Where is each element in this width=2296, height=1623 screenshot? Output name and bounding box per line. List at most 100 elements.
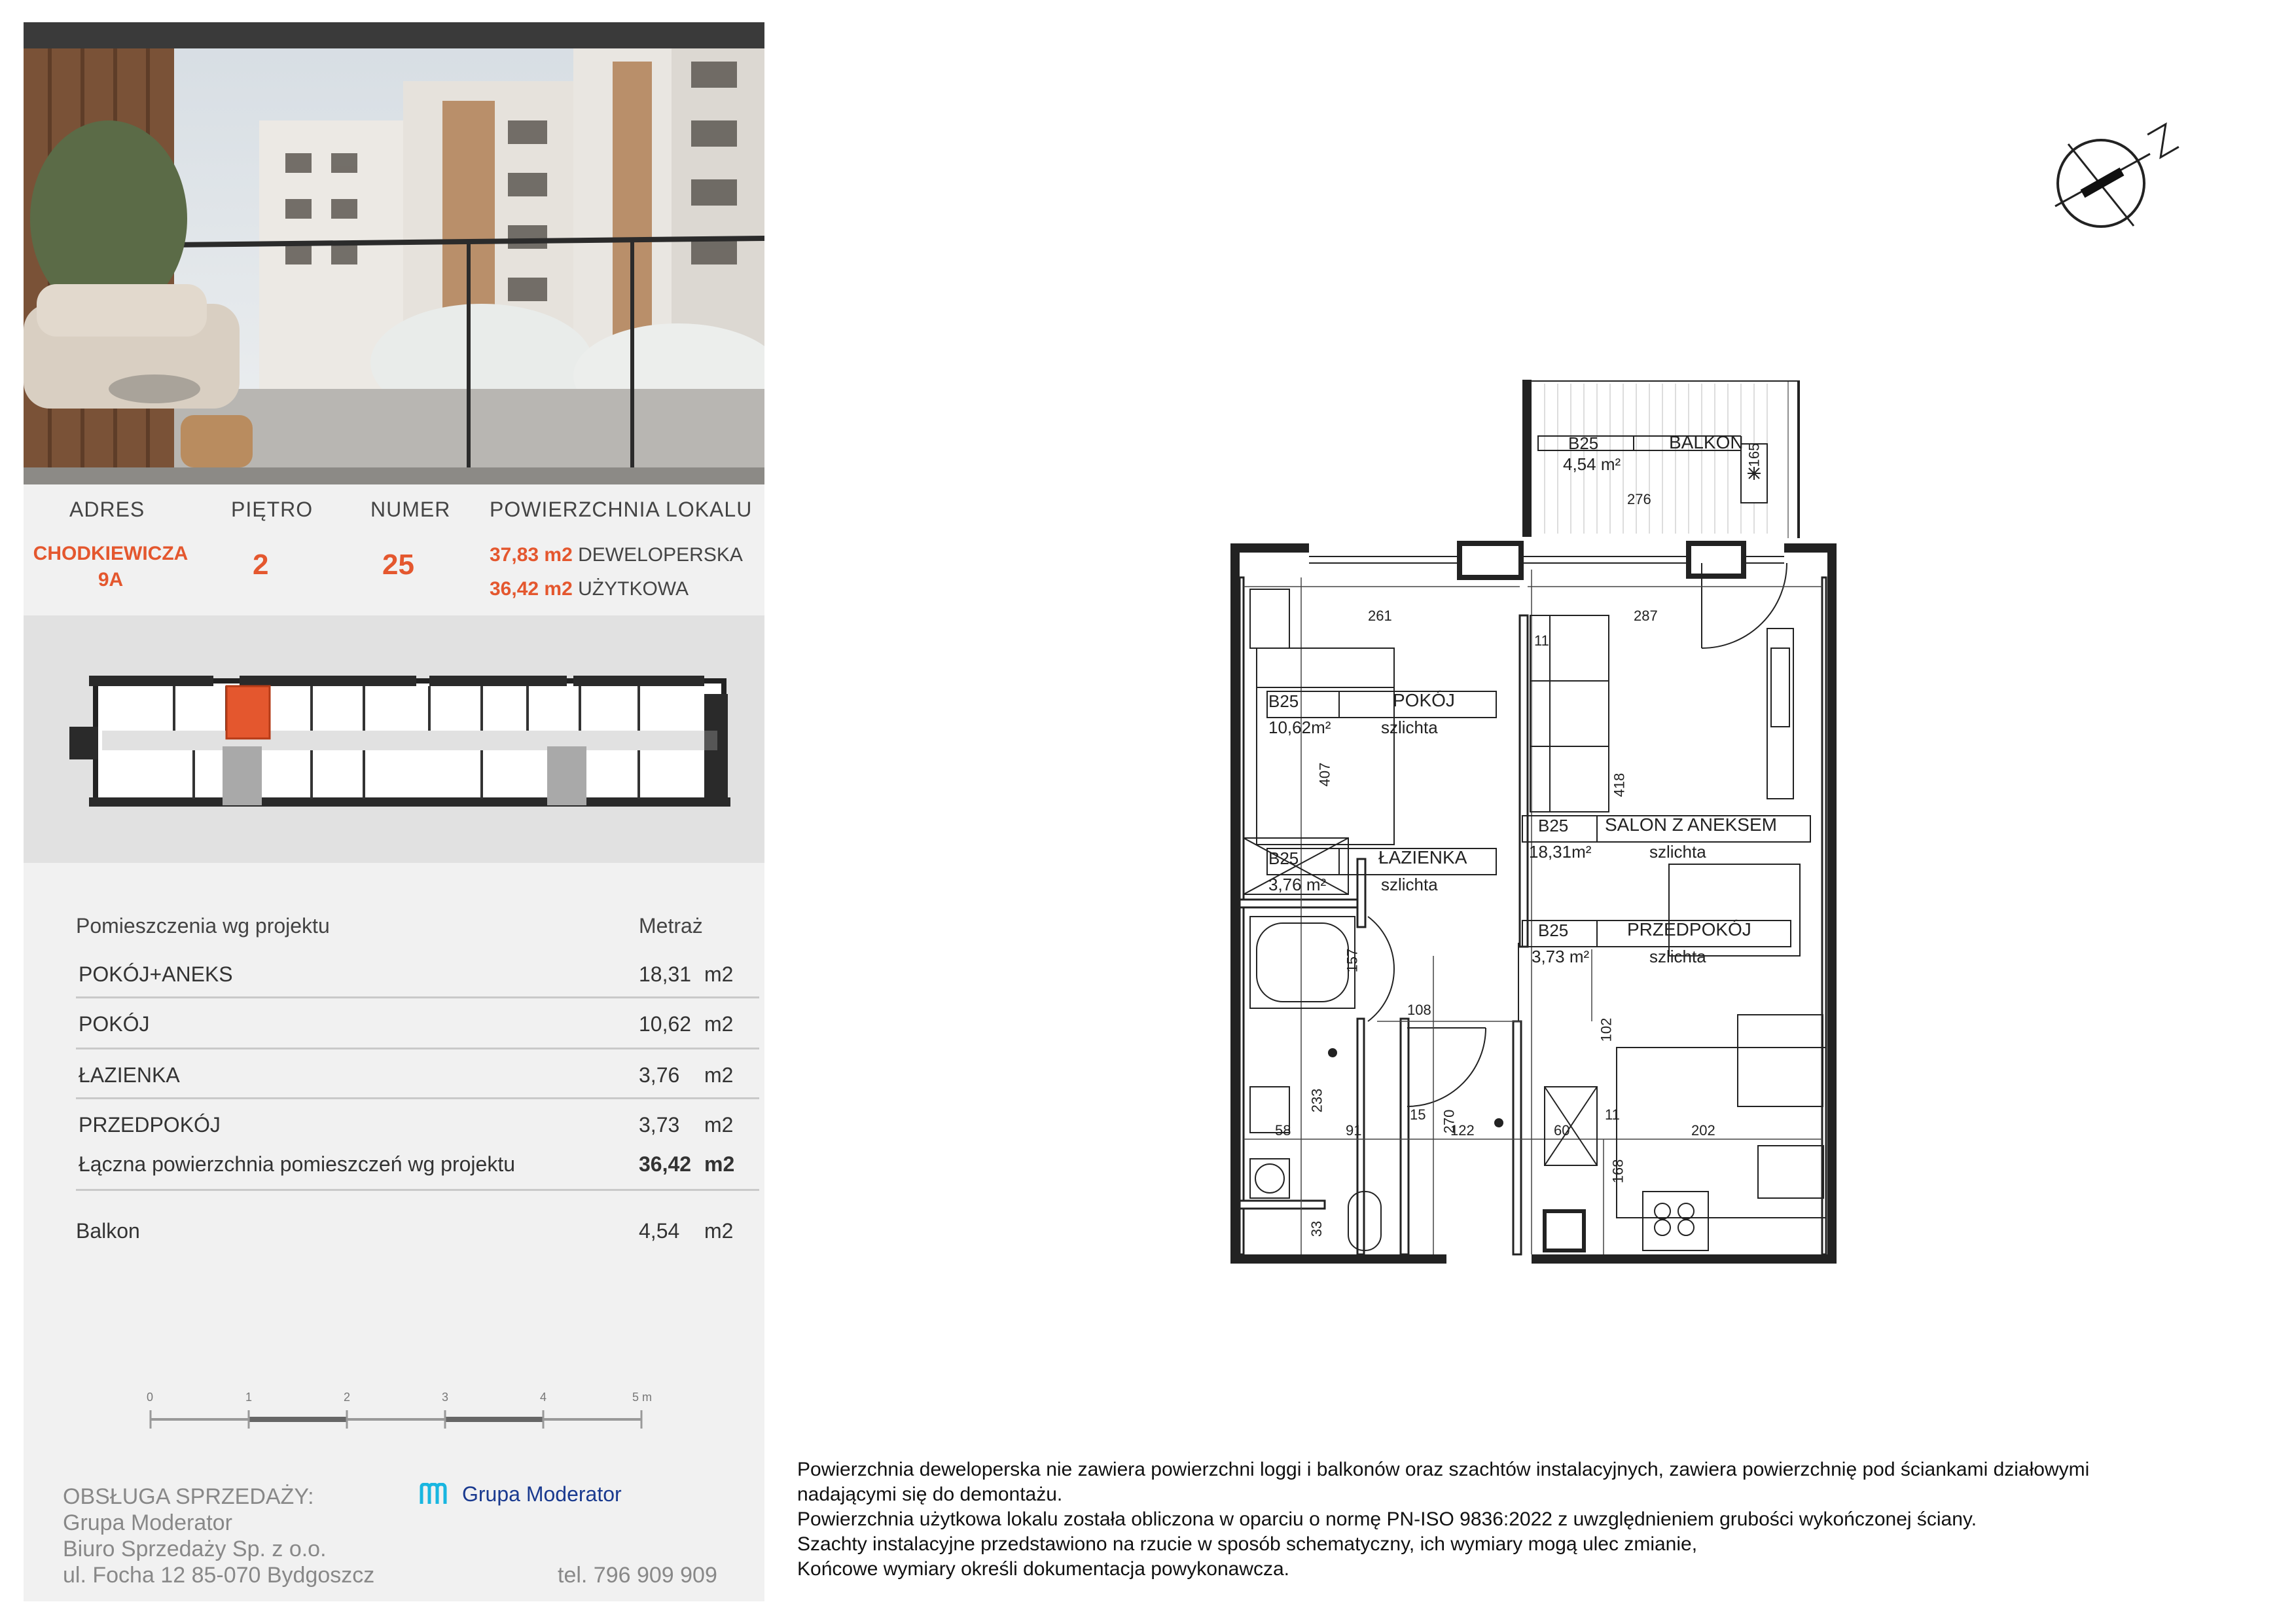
balkon-code: B25: [1568, 433, 1599, 453]
room-name: PRZEDPOKÓJ: [79, 1113, 221, 1137]
salon-finish: szlichta: [1649, 842, 1706, 862]
room-area: 18,31: [639, 962, 692, 986]
balkon-name: BALKON: [1669, 432, 1744, 452]
pokoj-name: POKÓJ: [1393, 690, 1455, 710]
area-dev-label: DEWELOPERSKA: [578, 544, 743, 566]
dimension: 15: [1410, 1106, 1426, 1123]
grupa-moderator-logo: Grupa Moderator: [419, 1476, 622, 1512]
scale-tick: 0: [147, 1391, 154, 1404]
lazienka-area: 3,76 m²: [1268, 875, 1327, 894]
room-unit: m2: [704, 1012, 734, 1036]
note-line: Końcowe wymiary określi dokumentacja pow…: [797, 1558, 1289, 1580]
area-dev-value: 37,83 m2: [490, 544, 573, 566]
pokoj-area: 10,62m²: [1268, 718, 1331, 737]
moderator-m-icon: [420, 1483, 447, 1504]
divider: [76, 996, 759, 998]
balcony-label: Balkon: [76, 1219, 140, 1243]
balkon-area: 4,54 m²: [1563, 454, 1621, 474]
note-line: Powierzchnia deweloperska nie zawiera po…: [797, 1459, 2090, 1480]
balcony-area: 4,54: [639, 1219, 680, 1243]
scale-bar: 0 1 2 3 4 5 m: [131, 1391, 668, 1430]
room-name: POKÓJ: [79, 1012, 150, 1036]
dimension: 407: [1316, 762, 1333, 787]
dimension: 202: [1691, 1122, 1715, 1139]
scale-tick: 5 m: [632, 1391, 653, 1404]
dimension: 287: [1634, 608, 1658, 624]
note-line: nadającymi się do demontażu.: [797, 1484, 1063, 1505]
scale-tick: 4: [540, 1391, 547, 1404]
dimension: 122: [1450, 1122, 1475, 1139]
dimension: 33: [1308, 1220, 1325, 1237]
przedpokoj-finish: szlichta: [1649, 947, 1706, 966]
divider: [76, 1097, 759, 1099]
dimension: 60: [1554, 1122, 1570, 1139]
dimension: 165: [1746, 443, 1763, 467]
dimension: 168: [1609, 1159, 1626, 1184]
sales-company: Grupa Moderator: [63, 1510, 232, 1535]
sales-address: ul. Focha 12 85-070 Bydgoszcz: [63, 1563, 375, 1588]
przedpokoj-area: 3,73 m²: [1532, 947, 1590, 966]
room-area: 10,62: [639, 1012, 692, 1036]
przedpokoj-code: B25: [1538, 921, 1569, 940]
legal-notes: Powierzchnia deweloperska nie zawiera po…: [797, 1457, 2263, 1582]
room-name: POKÓJ+ANEKS: [79, 962, 233, 986]
lazienka-code: B25: [1268, 848, 1299, 868]
rooms-header: Pomieszczenia wg projektu: [76, 914, 330, 938]
dimension: 91: [1346, 1122, 1362, 1139]
scale-tick: 3: [442, 1391, 449, 1404]
dimension: 11: [1534, 632, 1549, 649]
room-area: 3,73: [639, 1113, 680, 1137]
dimension: 11: [1605, 1106, 1620, 1123]
building-key-plan: [24, 615, 764, 863]
note-line: Szachty instalacyjne przedstawiono na rz…: [797, 1533, 1698, 1555]
address-label: ADRES: [69, 498, 145, 521]
area-header: Metraż: [639, 914, 703, 938]
area-use-value: 36,42 m2: [490, 578, 573, 600]
floor-value: 2: [253, 549, 269, 581]
dimension: 157: [1344, 948, 1361, 973]
lazienka-finish: szlichta: [1381, 875, 1438, 894]
room-name: ŁAZIENKA: [79, 1063, 180, 1087]
salon-area: 18,31m²: [1529, 842, 1592, 862]
salon-name: SALON Z ANEKSEM: [1605, 814, 1777, 835]
dimension: 58: [1275, 1122, 1291, 1139]
przedpokoj-name: PRZEDPOKÓJ: [1627, 919, 1751, 939]
room-area: 3,76: [639, 1063, 680, 1087]
sales-info: OBSŁUGA SPRZEDAŻY: Grupa Moderator Biuro…: [63, 1484, 374, 1588]
dimension: 261: [1368, 608, 1392, 624]
area-label: POWIERZCHNIA LOKALU: [490, 498, 753, 521]
dimension: 102: [1598, 1017, 1615, 1042]
number-value: 25: [382, 549, 414, 581]
dimension: 276: [1627, 491, 1651, 507]
lazienka-name: ŁAZIENKA: [1378, 847, 1467, 867]
divider: [76, 1189, 759, 1191]
sales-office: Biuro Sprzedaży Sp. z o.o.: [63, 1537, 327, 1561]
dimension: 418: [1611, 773, 1628, 797]
north-compass: N: [2049, 118, 2206, 249]
address-building: 9A: [98, 569, 124, 591]
logo-text: Grupa Moderator: [462, 1482, 622, 1506]
apartment-highlight: [225, 685, 271, 740]
total-unit: m2: [704, 1152, 735, 1176]
sales-heading: OBSŁUGA SPRZEDAŻY:: [63, 1484, 314, 1509]
dimension: 108: [1407, 1002, 1431, 1018]
area-use-label: UŻYTKOWA: [578, 578, 689, 600]
address-street: CHODKIEWICZA: [33, 543, 188, 564]
room-unit: m2: [704, 1113, 734, 1137]
pokoj-finish: szlichta: [1381, 718, 1438, 737]
floor-plan: B25 BALKON 4,54 m² B25 POKÓJ 10,62m² szl…: [1217, 367, 1846, 1283]
note-line: Powierzchnia użytkowa lokalu została obl…: [797, 1508, 1977, 1530]
total-area: 36,42: [639, 1152, 692, 1176]
address-value: CHODKIEWICZA 9A: [29, 541, 192, 593]
pokoj-code: B25: [1268, 691, 1299, 711]
dimension: 233: [1308, 1088, 1325, 1113]
balcony-unit: m2: [704, 1219, 734, 1243]
sales-phone: tel. 796 909 909: [558, 1563, 717, 1588]
scale-tick: 2: [344, 1391, 351, 1404]
total-label: Łączna powierzchnia pomieszczeń wg proje…: [79, 1152, 516, 1176]
scale-tick: 1: [245, 1391, 253, 1404]
floor-label: PIĘTRO: [231, 498, 314, 521]
divider: [76, 1048, 759, 1049]
salon-code: B25: [1538, 816, 1569, 835]
area-values: 37,83 m2 DEWELOPERSKA 36,42 m2 UŻYTKOWA: [490, 538, 743, 606]
